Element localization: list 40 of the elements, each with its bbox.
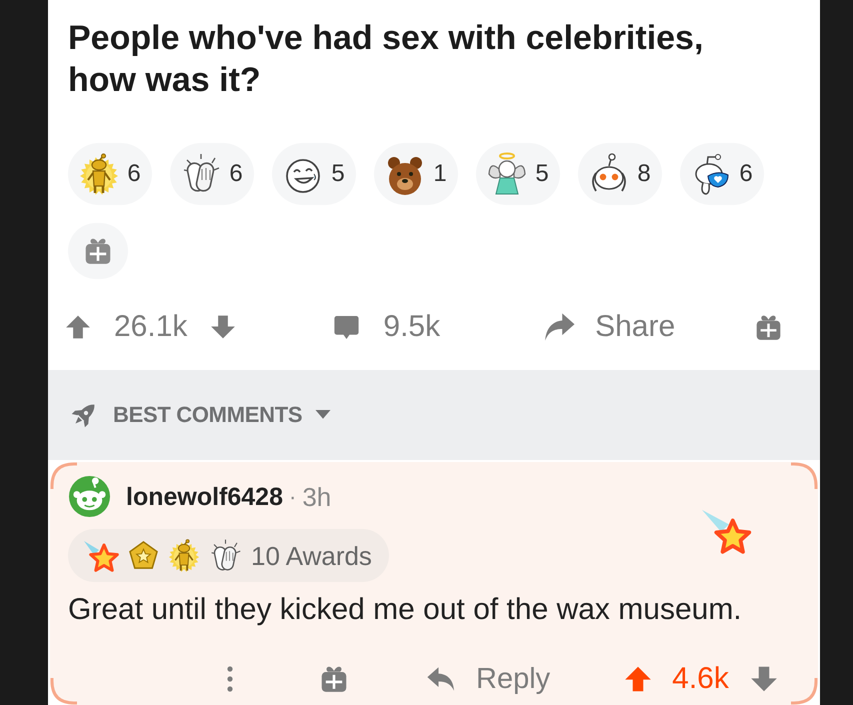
angel-icon <box>487 152 528 196</box>
downvote-icon[interactable] <box>750 665 778 693</box>
comments-button[interactable]: 9.5k <box>332 309 440 345</box>
highlight-corner <box>50 677 78 705</box>
comment-text: Great until they kicked me out of the wax museum. <box>68 592 743 628</box>
share-button[interactable]: Share <box>543 309 676 345</box>
vote-score: 26.1k <box>114 309 188 345</box>
upvote-icon[interactable] <box>65 314 91 340</box>
more-options-icon[interactable] <box>226 665 234 693</box>
downvote-icon[interactable] <box>210 314 236 340</box>
gift-icon <box>84 237 112 265</box>
vote-score: 4.6k <box>672 661 729 697</box>
sort-dropdown[interactable]: BEST COMMENTS <box>68 399 332 431</box>
awards-summary-button[interactable]: 10 Awards <box>68 529 389 582</box>
meta-separator: · <box>289 482 296 510</box>
award-button[interactable]: 1 <box>374 143 458 205</box>
gift-icon[interactable] <box>320 665 348 693</box>
award-button[interactable]: 5 <box>476 143 560 205</box>
award-button[interactable]: 6 <box>68 143 152 205</box>
highlight-corner <box>790 462 818 490</box>
upvote-icon[interactable] <box>624 665 652 693</box>
comment-time: 3h <box>302 482 332 512</box>
award-button[interactable]: 6 <box>680 143 764 205</box>
share-icon <box>543 312 576 342</box>
clapping-hands-icon <box>209 538 242 574</box>
highlight-corner <box>50 462 78 490</box>
award-button[interactable]: 6 <box>170 143 254 205</box>
username-link[interactable]: lonewolf6428 <box>126 482 283 512</box>
award-button[interactable]: 5 <box>272 143 356 205</box>
reply-icon <box>426 666 456 692</box>
reply-button[interactable]: Reply <box>426 661 550 697</box>
award-button[interactable]: 8 <box>578 143 662 205</box>
figure-burst-icon <box>79 152 120 196</box>
figure-burst-icon <box>168 538 200 573</box>
avatar-icon[interactable] <box>68 475 111 518</box>
caret-down-icon <box>315 410 332 420</box>
highlight-corner <box>790 677 818 705</box>
post-title: People who've had sex with celebrities, how was it? <box>67 18 704 101</box>
star-badge-icon <box>128 540 159 571</box>
gift-icon[interactable] <box>755 314 782 340</box>
